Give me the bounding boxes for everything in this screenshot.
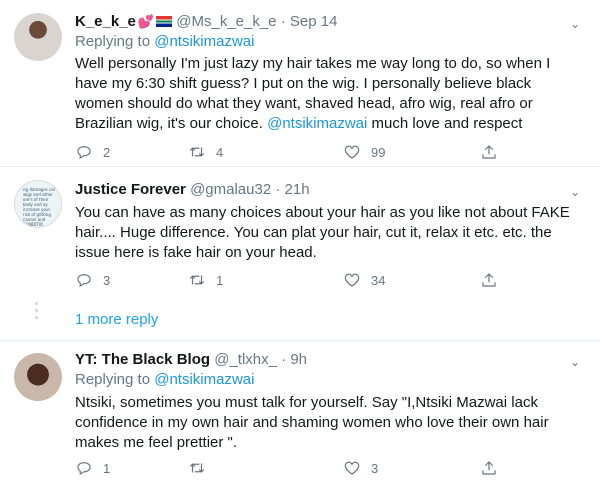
heart-icon: [344, 273, 360, 287]
display-name[interactable]: Justice Forever: [75, 181, 186, 198]
tweet-1[interactable]: K_e_k_e 💕 @Ms_k_e_k_e · Sep 14 ⌄ Replying…: [0, 0, 600, 166]
separator-dot: ·: [275, 181, 281, 198]
replying-prefix: Replying to: [75, 33, 155, 50]
reply-icon: [77, 462, 91, 476]
reply-button[interactable]: 3: [75, 270, 110, 290]
retweet-icon: [189, 275, 205, 285]
retweet-button[interactable]: 1: [188, 270, 223, 290]
retweet-count: 1: [216, 272, 224, 288]
share-icon: [482, 273, 496, 287]
replying-to: Replying to @ntsikimazwai: [75, 370, 580, 390]
like-count: 3: [371, 460, 379, 476]
thread-dots: [35, 302, 39, 323]
heart-emoji-icon: 💕: [137, 14, 155, 29]
reply-button[interactable]: 2: [75, 142, 110, 162]
share-button[interactable]: [480, 142, 498, 162]
tweet-text: You can have as many choices about your …: [75, 204, 570, 261]
replying-to: Replying to @ntsikimazwai: [75, 32, 580, 52]
tweet-3[interactable]: YT: The Black Blog @_tlxhx_ · 9h ⌄ Reply…: [0, 341, 600, 481]
share-button[interactable]: [480, 270, 498, 290]
tweet-text-tail: much love and respect: [367, 115, 523, 132]
avatar-image-text: ng damages cal wigs and other ore's of t…: [23, 187, 55, 227]
reply-count: 3: [103, 272, 111, 288]
reply-icon: [77, 146, 91, 160]
replying-prefix: Replying to: [75, 371, 155, 388]
show-more-replies-link[interactable]: 1 more reply: [75, 311, 158, 328]
timestamp[interactable]: 9h: [290, 351, 307, 368]
like-count: 99: [371, 144, 386, 160]
heart-icon: [344, 461, 360, 475]
reply-icon: [77, 274, 91, 288]
retweet-count: 4: [216, 144, 224, 160]
retweet-button[interactable]: 4: [188, 142, 223, 162]
avatar[interactable]: [14, 13, 62, 61]
tweet-text: Well personally I'm just lazy my hair ta…: [75, 54, 580, 134]
mention-link[interactable]: @ntsikimazwai: [154, 371, 254, 388]
like-count: 34: [371, 272, 386, 288]
mention-link[interactable]: @ntsikimazwai: [267, 115, 367, 132]
reply-count: 2: [103, 144, 111, 160]
tweet-text: Ntsiki, sometimes you must talk for your…: [75, 394, 549, 451]
separator-dot: ·: [281, 351, 287, 368]
user-handle[interactable]: @Ms_k_e_k_e: [176, 13, 276, 30]
heart-icon: [344, 145, 360, 159]
user-handle[interactable]: @gmalau32: [190, 181, 271, 198]
chevron-down-icon[interactable]: ⌄: [570, 182, 580, 202]
south-africa-flag-icon: [156, 16, 173, 27]
retweet-button[interactable]: [188, 458, 216, 478]
share-icon: [482, 145, 496, 159]
like-button[interactable]: 99: [343, 142, 385, 162]
retweet-icon: [189, 147, 205, 157]
avatar[interactable]: [14, 353, 62, 401]
display-name[interactable]: K_e_k_e: [75, 13, 136, 30]
chevron-down-icon[interactable]: ⌄: [570, 352, 580, 372]
chevron-down-icon[interactable]: ⌄: [570, 14, 580, 34]
display-name[interactable]: YT: The Black Blog: [75, 351, 210, 368]
reply-count: 1: [103, 460, 111, 476]
user-handle[interactable]: @_tlxhx_: [214, 351, 277, 368]
tweet-2[interactable]: ng damages cal wigs and other ore's of t…: [0, 167, 600, 297]
share-button[interactable]: [480, 458, 498, 478]
timestamp[interactable]: Sep 14: [290, 13, 338, 30]
separator-dot: ·: [280, 13, 286, 30]
reply-button[interactable]: 1: [75, 458, 110, 478]
timestamp[interactable]: 21h: [285, 181, 310, 198]
retweet-icon: [189, 463, 205, 473]
like-button[interactable]: 34: [343, 270, 385, 290]
like-button[interactable]: 3: [343, 458, 378, 478]
mention-link[interactable]: @ntsikimazwai: [154, 33, 254, 50]
share-icon: [482, 461, 496, 475]
avatar[interactable]: ng damages cal wigs and other ore's of t…: [14, 180, 62, 228]
